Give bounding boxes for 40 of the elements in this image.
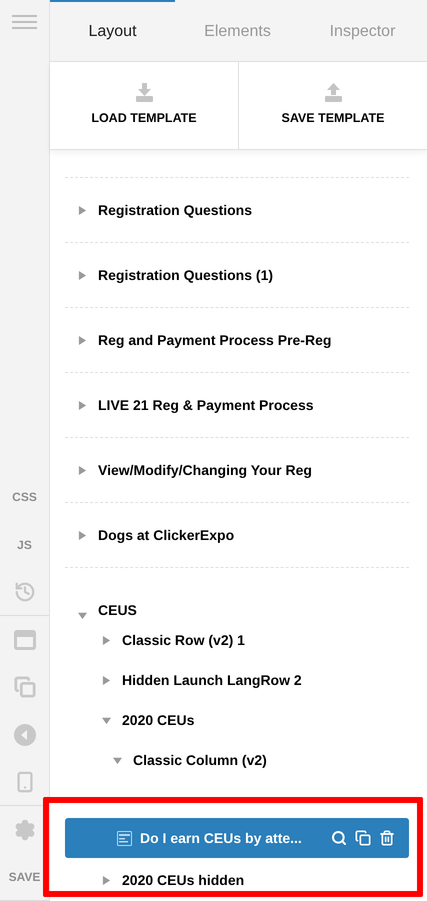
caret-down-icon[interactable] <box>102 716 111 724</box>
caret-right-icon[interactable] <box>78 206 87 214</box>
copy-icon[interactable] <box>355 830 371 846</box>
caret-right-icon[interactable] <box>102 876 111 884</box>
caret-down-icon[interactable] <box>113 756 122 764</box>
caret-right-icon[interactable] <box>102 676 111 684</box>
caret-right-icon[interactable] <box>78 336 87 344</box>
module-icon <box>117 830 132 846</box>
tree-item-label: Do I earn CEUs by atte... <box>140 828 302 848</box>
tab[interactable]: Layout <box>50 0 175 61</box>
upload-icon <box>324 83 342 102</box>
delete-icon[interactable] <box>379 830 395 846</box>
caret-right-icon[interactable] <box>78 466 87 474</box>
caret-right-icon[interactable] <box>78 530 87 540</box>
tree-item[interactable]: 2020 CEUs <box>65 700 409 740</box>
search-icon[interactable] <box>331 830 347 846</box>
section-item[interactable]: Registration Questions <box>98 200 252 220</box>
section-item[interactable]: LIVE 21 Reg & Payment Process <box>98 395 314 415</box>
section-item[interactable]: Dogs at ClickerExpo <box>98 525 234 545</box>
section-item[interactable]: Reg and Payment Process Pre-Reg <box>98 330 332 350</box>
history-icon[interactable] <box>14 580 36 603</box>
download-icon <box>136 83 152 102</box>
caret-down-icon[interactable] <box>78 611 87 620</box>
window-icon[interactable] <box>14 630 36 650</box>
section-item[interactable]: Registration Questions (1) <box>98 265 274 285</box>
section-item[interactable]: View/Modify/Changing Your Reg <box>98 460 312 480</box>
caret-right-icon[interactable] <box>78 400 87 410</box>
save-template-button[interactable]: SAVE TEMPLATE <box>239 62 427 149</box>
section-item[interactable]: CEUS <box>98 600 137 620</box>
tree-item[interactable]: Classic Row (v2) 1 <box>65 620 409 660</box>
back-circle-icon[interactable] <box>14 724 36 746</box>
load-template-button[interactable]: LOAD TEMPLATE <box>50 62 239 149</box>
menu-icon[interactable] <box>12 14 37 30</box>
selected-tree-item[interactable]: Do I earn CEUs by atte... <box>65 818 409 858</box>
caret-right-icon[interactable] <box>78 270 87 280</box>
caret-right-icon[interactable] <box>102 636 111 644</box>
tree-item[interactable]: Classic Column (v2) <box>65 740 409 780</box>
settings-icon[interactable] <box>14 818 36 841</box>
tree-item[interactable]: 2020 CEUs hidden <box>65 860 409 900</box>
tree-item[interactable]: Hidden Launch LangRow 2 <box>65 660 409 700</box>
